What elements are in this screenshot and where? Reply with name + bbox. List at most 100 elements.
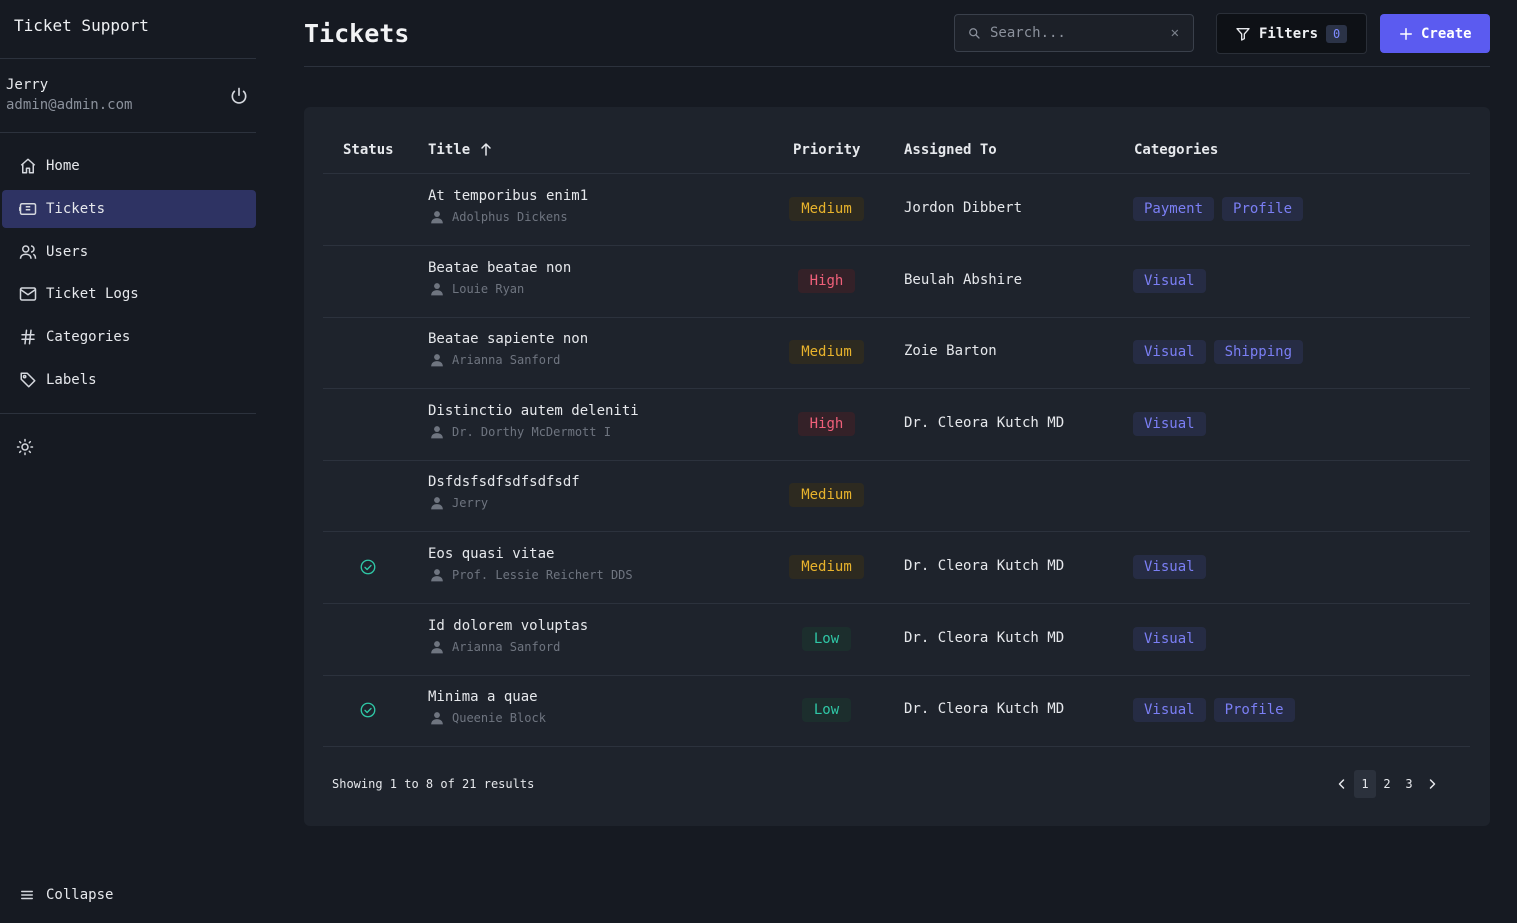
ticket-author-name: Arianna Sanford <box>452 353 561 367</box>
pagination: 1 2 3 <box>1330 770 1461 798</box>
theme-sun-icon[interactable] <box>16 438 34 456</box>
plus-icon <box>1399 27 1413 41</box>
ticket-title[interactable]: Minima a quae <box>428 689 538 705</box>
search-icon <box>968 27 980 39</box>
filter-icon <box>1235 26 1251 42</box>
filters-button[interactable]: Filters 0 <box>1216 13 1367 54</box>
ticket-title[interactable]: At temporibus enim1 <box>428 188 588 204</box>
ticket-title[interactable]: Distinctio autem deleniti <box>428 403 639 419</box>
column-header-priority[interactable]: Priority <box>793 142 860 158</box>
category-badge[interactable]: Visual <box>1133 627 1206 651</box>
sidebar-item-label: Users <box>46 244 89 260</box>
clear-search-icon[interactable]: ✕ <box>1171 25 1179 41</box>
sidebar-item-home[interactable]: Home <box>2 147 256 185</box>
ticket-author-name: Dr. Dorthy McDermott I <box>452 425 611 439</box>
search-input[interactable] <box>988 24 1162 42</box>
table-row[interactable]: Dsfdsfsdfsdfsdfsdf Jerry Medium <box>323 460 1470 531</box>
assigned-to: Dr. Cleora Kutch MD <box>904 630 1065 646</box>
column-header-title[interactable]: Title <box>428 142 470 158</box>
resolved-check-icon <box>359 701 377 719</box>
ticket-title[interactable]: Beatae sapiente non <box>428 331 588 347</box>
ticket-author-name: Queenie Block <box>452 711 546 725</box>
table-row[interactable]: Minima a quae Queenie Block Low Dr. Cleora … <box>323 675 1470 746</box>
sidebar-item-tickets[interactable]: Tickets <box>2 190 256 228</box>
category-badge[interactable]: Visual <box>1133 340 1206 364</box>
logout-power-icon[interactable] <box>229 86 249 106</box>
chevron-right-icon <box>1426 778 1438 790</box>
create-button[interactable]: Create <box>1380 14 1490 53</box>
assigned-to: Dr. Cleora Kutch MD <box>904 701 1065 717</box>
user-avatar-icon <box>430 496 444 510</box>
category-badge[interactable]: Profile <box>1222 197 1304 221</box>
sidebar-item-label: Home <box>46 158 80 174</box>
column-header-assigned[interactable]: Assigned To <box>904 142 997 158</box>
sidebar-item-label: Labels <box>46 372 97 388</box>
category-badge[interactable]: Visual <box>1133 555 1206 579</box>
ticket-author: Arianna Sanford <box>430 640 560 654</box>
category-list: Visual <box>1133 627 1206 651</box>
sidebar-item-categories[interactable]: Categories <box>2 318 256 356</box>
category-badge[interactable]: Visual <box>1133 412 1206 436</box>
page-title: Tickets <box>304 19 410 48</box>
ticket-title[interactable]: Id dolorem voluptas <box>428 618 588 634</box>
page-button-3[interactable]: 3 <box>1398 770 1420 798</box>
app-title: Ticket Support <box>14 16 149 35</box>
ticket-title[interactable]: Eos quasi vitae <box>428 546 554 562</box>
resolved-check-icon <box>359 558 377 576</box>
category-list: Visual <box>1133 412 1206 436</box>
sidebar-item-label: Categories <box>46 329 131 345</box>
previous-page-button[interactable] <box>1330 770 1354 798</box>
results-summary: Showing 1 to 8 of 21 results <box>332 777 535 791</box>
category-badge[interactable]: Visual <box>1133 269 1206 293</box>
priority-badge: Medium <box>789 483 864 507</box>
row-divider <box>323 746 1470 747</box>
sidebar-item-label: Tickets <box>46 201 106 217</box>
category-list: Visual Profile <box>1133 698 1295 722</box>
mail-icon <box>19 285 37 303</box>
ticket-title[interactable]: Beatae beatae non <box>428 260 571 276</box>
priority-badge: Low <box>802 627 851 651</box>
header-divider <box>304 66 1490 67</box>
next-page-button[interactable] <box>1420 770 1444 798</box>
column-header-categories[interactable]: Categories <box>1134 142 1218 158</box>
page-button-2[interactable]: 2 <box>1376 770 1398 798</box>
priority-badge: High <box>798 269 855 293</box>
sidebar-item-labels[interactable]: Labels <box>2 361 256 399</box>
collapse-button[interactable]: Collapse <box>20 887 113 903</box>
ticket-author: Dr. Dorthy McDermott I <box>430 425 611 439</box>
sidebar-item-ticket-logs[interactable]: Ticket Logs <box>2 275 256 313</box>
category-badge[interactable]: Visual <box>1133 698 1206 722</box>
assigned-to: Zoie Barton <box>904 343 997 359</box>
category-badge[interactable]: Shipping <box>1213 340 1304 364</box>
ticket-author: Queenie Block <box>430 711 546 725</box>
user-avatar-icon <box>430 282 444 296</box>
user-name: Jerry <box>6 77 49 93</box>
sidebar-item-users[interactable]: Users <box>2 233 256 271</box>
sort-ascending-icon[interactable] <box>480 141 492 157</box>
filters-count-badge: 0 <box>1326 24 1348 43</box>
category-list: Visual <box>1133 555 1206 579</box>
ticket-author: Louie Ryan <box>430 282 524 296</box>
table-row[interactable]: Beatae beatae non Louie Ryan High Beulah Ab… <box>323 246 1470 317</box>
page-button-1[interactable]: 1 <box>1354 770 1376 798</box>
ticket-author: Jerry <box>430 496 488 510</box>
category-badge[interactable]: Payment <box>1133 197 1215 221</box>
category-list: Visual Shipping <box>1133 340 1304 364</box>
filters-label: Filters <box>1259 25 1319 42</box>
table-row[interactable]: At temporibus enim1 Adolphus Dickens Mediu… <box>323 174 1470 245</box>
table-row[interactable]: Id dolorem voluptas Arianna Sanford Low Dr.… <box>323 604 1470 675</box>
category-list: Payment Profile <box>1133 197 1304 221</box>
column-header-status[interactable]: Status <box>343 142 394 158</box>
ticket-author-name: Arianna Sanford <box>452 640 561 654</box>
user-avatar-icon <box>430 640 444 654</box>
assigned-to: Jordon Dibbert <box>904 200 1023 216</box>
category-list: Visual <box>1133 269 1206 293</box>
divider <box>0 58 256 59</box>
ticket-title[interactable]: Dsfdsfsdfsdfsdfsdf <box>428 474 580 490</box>
table-row[interactable]: Distinctio autem deleniti Dr. Dorthy McDe… <box>323 389 1470 460</box>
category-badge[interactable]: Profile <box>1213 698 1295 722</box>
table-row[interactable]: Eos quasi vitae Prof. Lessie Reichert DDS… <box>323 532 1470 603</box>
home-icon <box>19 157 37 175</box>
table-row[interactable]: Beatae sapiente non Arianna Sanford Medium… <box>323 317 1470 388</box>
priority-badge: Medium <box>789 340 864 364</box>
